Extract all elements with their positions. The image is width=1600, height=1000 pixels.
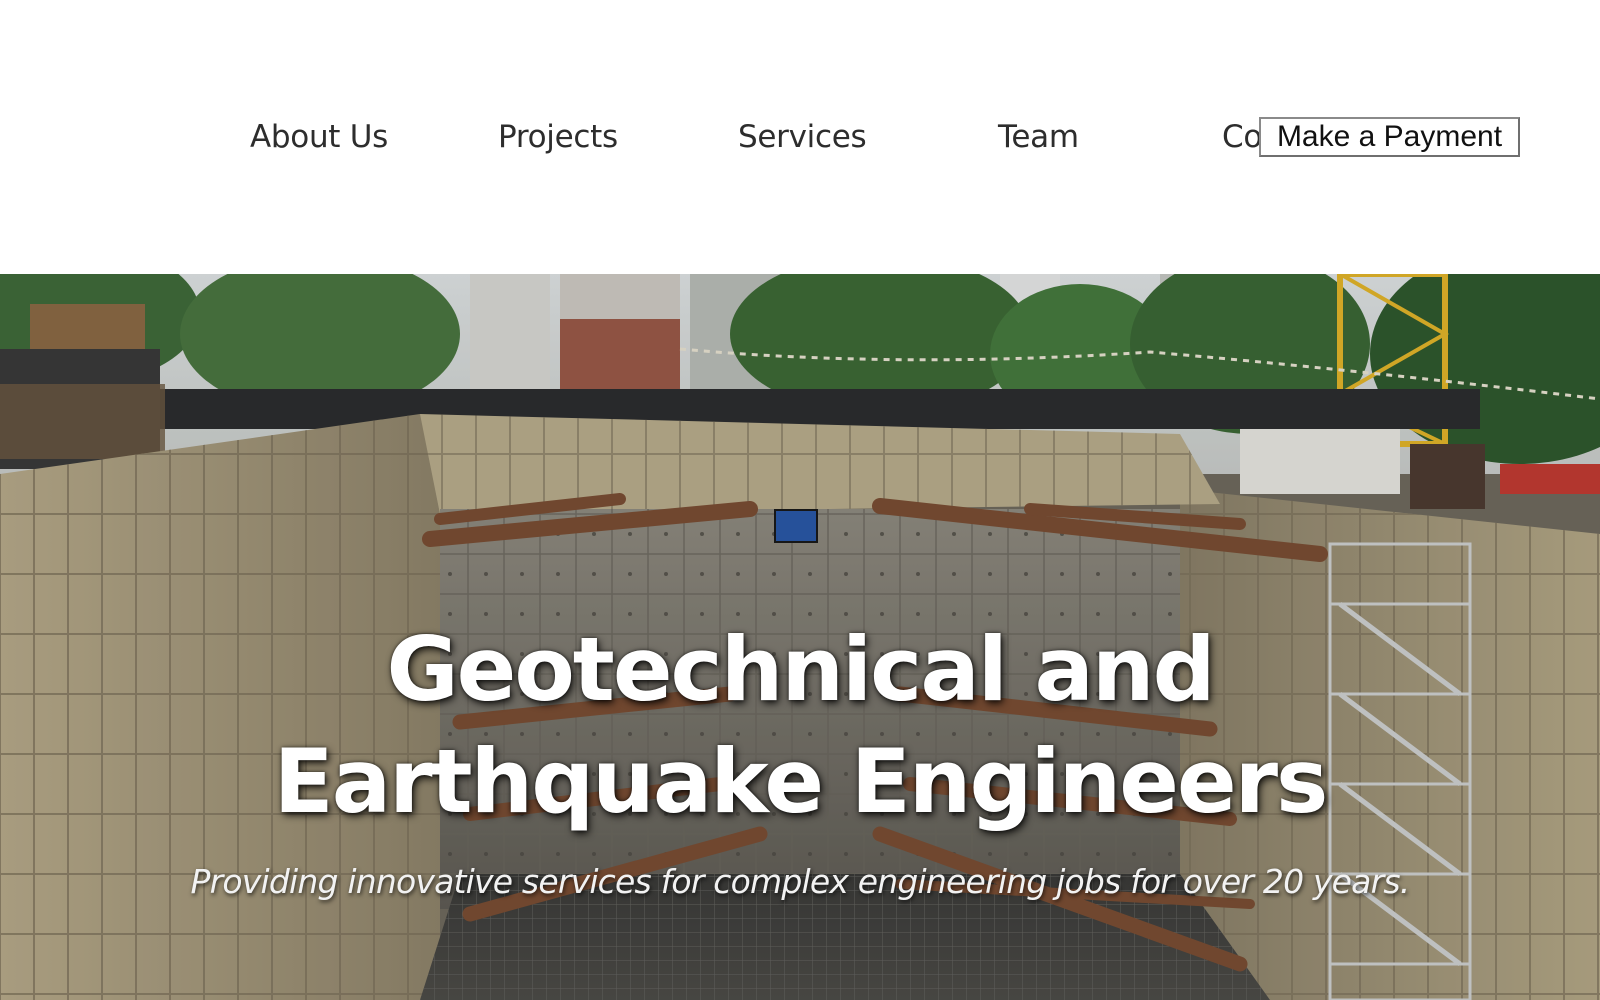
nav-team[interactable]: Team — [998, 112, 1079, 162]
nav-services[interactable]: Services — [738, 112, 867, 162]
site-header: About Us Projects Services Team Co Make … — [0, 0, 1600, 274]
nav-projects[interactable]: Projects — [498, 112, 618, 162]
nav-contact[interactable]: Co — [1222, 112, 1262, 162]
hero-subtitle: Providing innovative services for comple… — [190, 862, 1411, 901]
make-payment-button[interactable]: Make a Payment — [1259, 117, 1520, 157]
hero-title-line2: Earthquake Engineers — [273, 730, 1329, 833]
hero-title-line1: Geotechnical and — [386, 618, 1215, 721]
hero-section: Geotechnical and Earthquake Engineers Pr… — [0, 274, 1600, 1000]
nav-about-us[interactable]: About Us — [250, 112, 388, 162]
hero-title: Geotechnical and Earthquake Engineers — [0, 614, 1600, 838]
